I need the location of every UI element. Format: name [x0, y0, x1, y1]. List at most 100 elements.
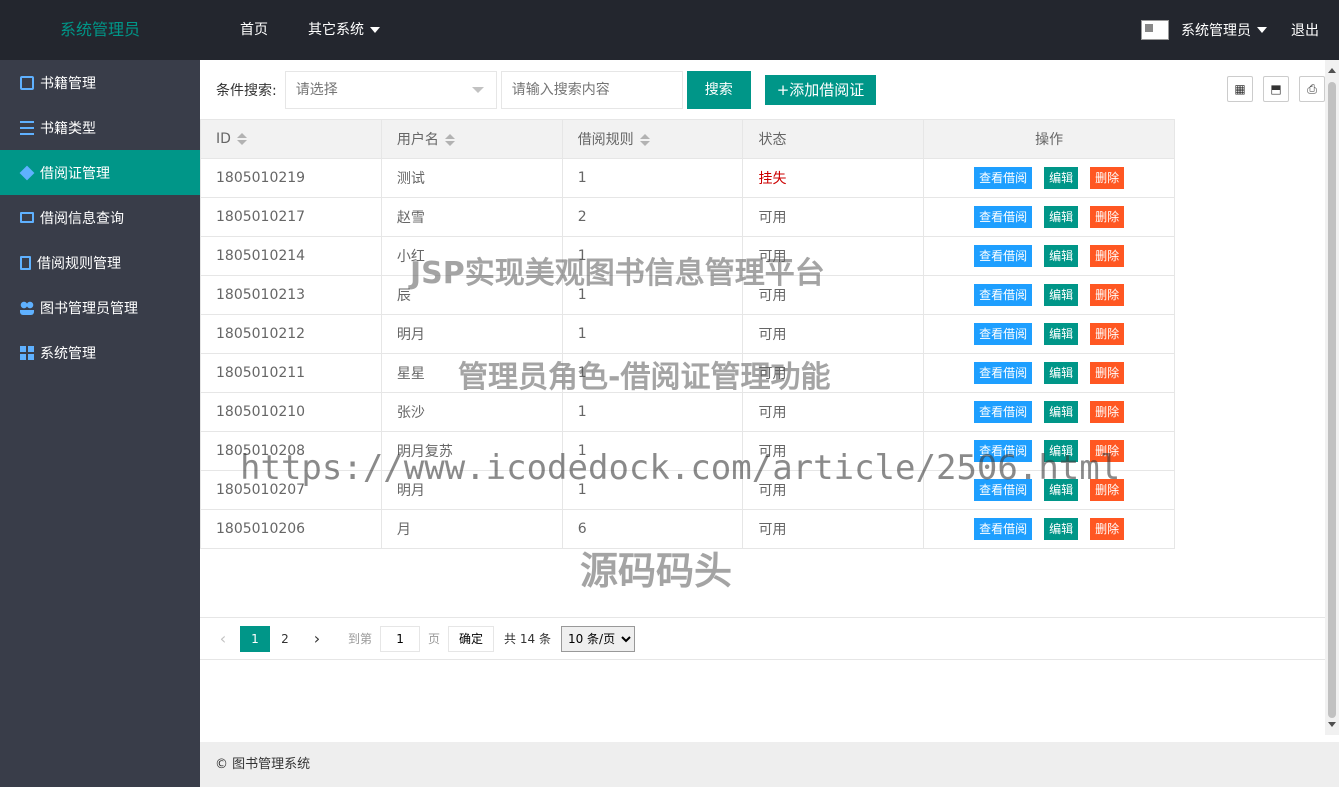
sidebar-item-label: 书籍类型: [40, 120, 96, 137]
columns-filter-icon[interactable]: ▦: [1227, 76, 1253, 102]
view-borrow-button[interactable]: 查看借阅: [974, 245, 1033, 267]
cell-rule: 2: [561, 197, 744, 237]
goto-page-input[interactable]: [380, 625, 421, 652]
logout-link[interactable]: 退出: [1291, 20, 1319, 40]
print-icon[interactable]: ⎙: [1299, 76, 1325, 102]
table-tools: ▦ ⬒ ⎙: [1227, 76, 1325, 102]
edit-button[interactable]: 编辑: [1044, 518, 1079, 540]
table-row: 1805010219 测试 1 挂失 查看借阅 编辑 删除: [200, 158, 1175, 198]
sort-icon[interactable]: [444, 134, 455, 146]
avatar[interactable]: [1141, 20, 1169, 40]
delete-button[interactable]: 删除: [1090, 362, 1125, 384]
cell-id: 1805010206: [200, 509, 382, 549]
search-field-select[interactable]: 请选择: [284, 70, 497, 109]
col-header-ops: 操作: [923, 119, 1175, 159]
col-header-username[interactable]: 用户名: [380, 119, 563, 159]
sidebar: 书籍管理 书籍类型 借阅证管理 借阅信息查询 借阅规则管理 图书管理员管理 系统…: [0, 60, 200, 787]
col-header-status: 状态: [742, 119, 925, 159]
page-size-select[interactable]: 10 条/页: [560, 625, 635, 652]
cell-username: 测试: [380, 158, 563, 198]
layers-icon: [19, 165, 35, 180]
top-header: 系统管理员 首页 其它系统 系统管理员 退出: [0, 0, 1339, 60]
cell-actions: 查看借阅 编辑 删除: [923, 275, 1175, 315]
view-borrow-button[interactable]: 查看借阅: [974, 206, 1033, 228]
cell-actions: 查看借阅 编辑 删除: [923, 197, 1175, 237]
cell-id: 1805010212: [200, 314, 382, 354]
edit-button[interactable]: 编辑: [1044, 323, 1079, 345]
chevron-down-icon: [370, 27, 380, 33]
chevron-down-icon: [1257, 27, 1267, 33]
cell-rule: 1: [561, 392, 744, 432]
view-borrow-button[interactable]: 查看借阅: [974, 284, 1033, 306]
next-page-icon[interactable]: ›: [308, 629, 326, 648]
edit-button[interactable]: 编辑: [1044, 245, 1079, 267]
sidebar-item-book-types[interactable]: 书籍类型: [0, 105, 200, 150]
table-header-row: ID 用户名 借阅规则 状态 操作: [200, 119, 1175, 159]
prev-page-icon[interactable]: ‹: [214, 629, 232, 648]
grid-icon: [20, 120, 34, 135]
select-placeholder: 请选择: [295, 81, 338, 98]
view-borrow-button[interactable]: 查看借阅: [974, 323, 1033, 345]
user-menu[interactable]: 系统管理员: [1181, 20, 1267, 40]
delete-button[interactable]: 删除: [1090, 206, 1125, 228]
view-borrow-button[interactable]: 查看借阅: [974, 362, 1033, 384]
add-card-button[interactable]: +添加借阅证: [764, 74, 877, 105]
delete-button[interactable]: 删除: [1090, 401, 1125, 423]
col-header-id[interactable]: ID: [200, 119, 382, 159]
nav-home[interactable]: 首页: [220, 0, 288, 60]
export-icon[interactable]: ⬒: [1263, 76, 1289, 102]
nav-home-label: 首页: [240, 22, 268, 38]
scroll-thumb[interactable]: [1328, 82, 1336, 718]
goto-label: 到第: [348, 632, 373, 646]
table-row: 1805010212 明月 1 可用 查看借阅 编辑 删除: [200, 314, 1175, 354]
cell-actions: 查看借阅 编辑 删除: [923, 158, 1175, 198]
search-button[interactable]: 搜索: [686, 70, 751, 109]
document-icon: [20, 255, 31, 270]
users-icon: [20, 300, 34, 315]
sidebar-item-borrow-query[interactable]: 借阅信息查询: [0, 195, 200, 240]
main-content: 条件搜索: 请选择 搜索 +添加借阅证 ▦ ⬒ ⎙ ID 用户名 借阅规则 状态…: [200, 60, 1325, 735]
sidebar-item-label: 借阅规则管理: [37, 255, 121, 272]
scroll-up-icon[interactable]: [1328, 68, 1336, 73]
view-borrow-button[interactable]: 查看借阅: [974, 401, 1033, 423]
cell-actions: 查看借阅 编辑 删除: [923, 314, 1175, 354]
edit-button[interactable]: 编辑: [1044, 401, 1079, 423]
delete-button[interactable]: 删除: [1090, 167, 1125, 189]
view-borrow-button[interactable]: 查看借阅: [974, 518, 1033, 540]
edit-button[interactable]: 编辑: [1044, 167, 1079, 189]
sidebar-item-library-cards[interactable]: 借阅证管理: [0, 150, 200, 195]
edit-button[interactable]: 编辑: [1044, 362, 1079, 384]
goto-confirm-button[interactable]: 确定: [448, 625, 495, 652]
sidebar-item-borrow-rules[interactable]: 借阅规则管理: [0, 240, 200, 285]
top-nav: 首页 其它系统: [220, 0, 400, 60]
scroll-down-icon[interactable]: [1328, 722, 1336, 727]
cell-status: 挂失: [742, 158, 925, 198]
vertical-scrollbar[interactable]: [1325, 60, 1339, 735]
toolbar: 条件搜索: 请选择 搜索 +添加借阅证 ▦ ⬒ ⎙: [200, 60, 1325, 119]
view-borrow-button[interactable]: 查看借阅: [974, 167, 1033, 189]
cell-username: 明月: [380, 314, 563, 354]
edit-button[interactable]: 编辑: [1044, 284, 1079, 306]
delete-button[interactable]: 删除: [1090, 323, 1125, 345]
cell-id: 1805010211: [200, 353, 382, 393]
cell-username: 月: [380, 509, 563, 549]
app-logo[interactable]: 系统管理员: [0, 0, 200, 60]
sidebar-item-librarians[interactable]: 图书管理员管理: [0, 285, 200, 330]
col-header-rule[interactable]: 借阅规则: [561, 119, 744, 159]
edit-button[interactable]: 编辑: [1044, 206, 1079, 228]
sort-icon[interactable]: [639, 134, 650, 146]
watermark-subtitle: 管理员角色-借阅证管理功能: [458, 360, 831, 395]
cell-rule: 1: [561, 314, 744, 354]
cell-id: 1805010214: [200, 236, 382, 276]
delete-button[interactable]: 删除: [1090, 518, 1125, 540]
sidebar-item-label: 图书管理员管理: [40, 300, 138, 317]
sidebar-item-system[interactable]: 系统管理: [0, 330, 200, 375]
sort-icon[interactable]: [236, 133, 247, 145]
delete-button[interactable]: 删除: [1090, 245, 1125, 267]
delete-button[interactable]: 删除: [1090, 284, 1125, 306]
page-2[interactable]: 2: [270, 626, 300, 652]
page-1[interactable]: 1: [240, 625, 270, 652]
search-input[interactable]: [500, 70, 683, 109]
sidebar-item-books[interactable]: 书籍管理: [0, 60, 200, 105]
nav-other-systems[interactable]: 其它系统: [288, 0, 400, 60]
